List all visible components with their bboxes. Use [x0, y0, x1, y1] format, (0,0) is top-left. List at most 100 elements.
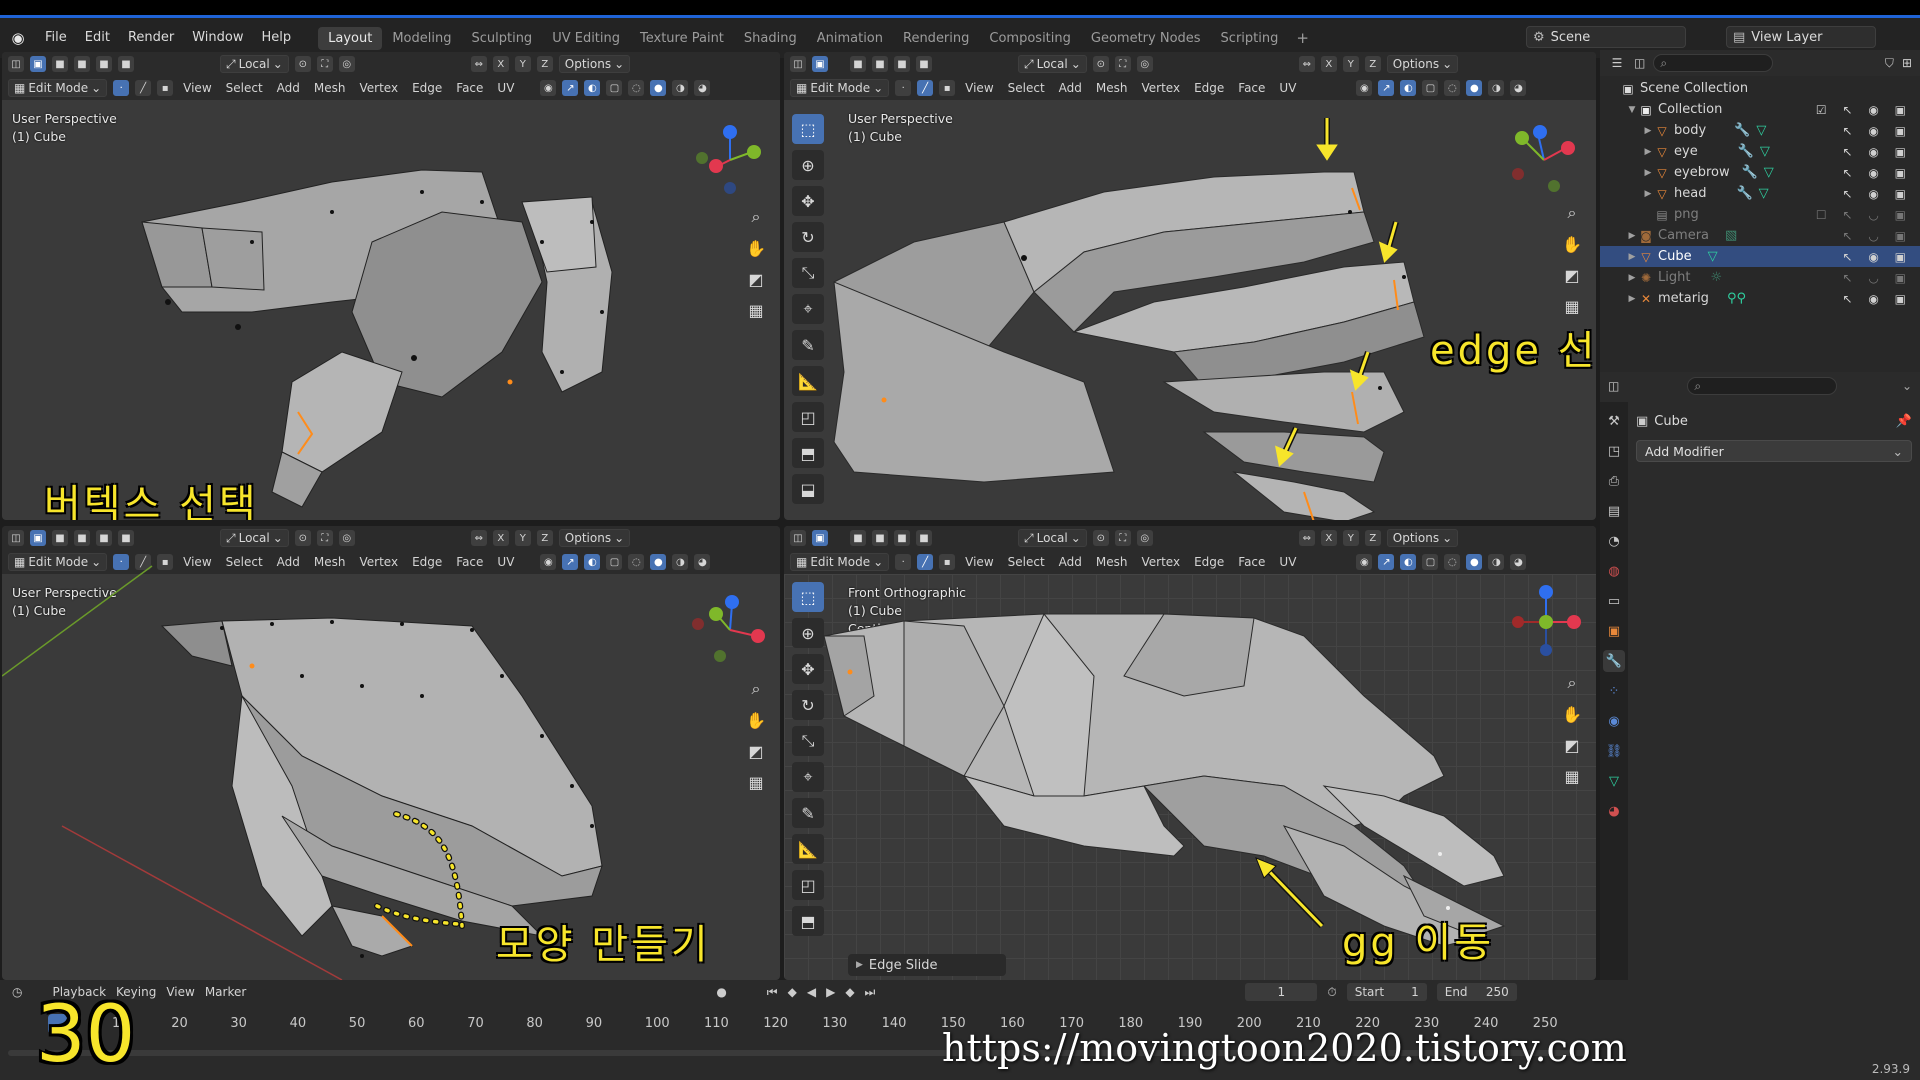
pan-hand-icon[interactable]: ✋ — [744, 237, 768, 259]
visibility-toggles[interactable]: ↖ ◉ ▣ — [1843, 292, 1913, 306]
visibility-toggles[interactable]: ↖ ◡ ▣ — [1843, 271, 1913, 285]
chevron-down-icon[interactable]: ⌄ — [1902, 379, 1912, 393]
start-frame-field[interactable]: Start 1 — [1346, 983, 1427, 1001]
workspace-tab-compositing[interactable]: Compositing — [979, 27, 1081, 50]
visibility-toggles[interactable]: ☐ ↖ ◡ ▣ — [1816, 208, 1912, 222]
zoom-icon[interactable]: ⌕ — [744, 678, 768, 700]
visibility-toggles[interactable]: ↖ ◉ ▣ — [1843, 145, 1913, 159]
camera-icon[interactable]: ◩ — [744, 268, 768, 290]
workspace-tab-uv-editing[interactable]: UV Editing — [542, 27, 630, 50]
output-tab-icon[interactable]: ⎙ — [1603, 470, 1625, 492]
scene-tab-icon[interactable]: ◔ — [1603, 530, 1625, 552]
expand-arrow-icon[interactable]: ▶ — [1626, 273, 1638, 283]
render-tab-icon[interactable]: ◳ — [1603, 440, 1625, 462]
timeline-menu-view[interactable]: View — [166, 985, 194, 999]
preview-range-icon[interactable]: ⏱ — [1327, 985, 1336, 1000]
zoom-icon[interactable]: ⌕ — [1560, 202, 1584, 224]
collection-tab-icon[interactable]: ▭ — [1603, 590, 1625, 612]
workspace-tab-layout[interactable]: Layout — [318, 26, 383, 50]
expand-arrow-icon[interactable]: ▶ — [1626, 231, 1638, 241]
workspace-tab-animation[interactable]: Animation — [807, 27, 893, 50]
outliner-row-scene-collection[interactable]: ▣ Scene Collection — [1600, 78, 1920, 99]
jump-end-icon[interactable]: ⏭ — [865, 985, 876, 1000]
outliner-row-cube[interactable]: ▶ ▽ Cube ▽ ↖ ◉ ▣ — [1600, 246, 1920, 267]
navigation-gizmo[interactable] — [1504, 120, 1584, 200]
visibility-toggles[interactable]: ↖ ◉ ▣ — [1843, 250, 1913, 264]
prev-keyframe-icon[interactable]: ◆ — [788, 985, 797, 999]
expand-arrow-icon[interactable]: ▶ — [1642, 189, 1654, 199]
end-frame-field[interactable]: End 250 — [1436, 983, 1517, 1001]
zoom-icon[interactable]: ⌕ — [1560, 672, 1584, 694]
display-mode-icon[interactable]: ◫ — [1634, 56, 1645, 70]
data-tab-icon[interactable]: ▽ — [1603, 770, 1625, 792]
modifier-tab-icon[interactable]: 🔧 — [1603, 650, 1625, 672]
view-layer-tab-icon[interactable]: ▤ — [1603, 500, 1625, 522]
add-modifier-dropdown[interactable]: Add Modifier ⌄ — [1636, 440, 1912, 462]
expand-arrow-icon[interactable]: ▼ — [1626, 105, 1638, 115]
blender-logo-icon[interactable]: ◉ — [8, 28, 28, 48]
zoom-icon[interactable]: ⌕ — [744, 206, 768, 228]
camera-icon[interactable]: ◩ — [744, 740, 768, 762]
hand-mesh-tl[interactable] — [2, 52, 780, 520]
outliner-row-head[interactable]: ▶ ▽ head 🔧 ▽ ↖ ◉ ▣ — [1600, 183, 1920, 204]
expand-arrow-icon[interactable]: ▶ — [1642, 147, 1654, 157]
navigation-gizmo[interactable] — [690, 590, 770, 670]
material-tab-icon[interactable]: ◕ — [1603, 800, 1625, 822]
record-icon[interactable]: ● — [716, 985, 726, 999]
camera-icon[interactable]: ◩ — [1560, 734, 1584, 756]
next-keyframe-icon[interactable]: ◆ — [845, 985, 854, 999]
outliner-row-eye[interactable]: ▶ ▽ eye 🔧 ▽ ↖ ◉ ▣ — [1600, 141, 1920, 162]
view-layer-selector[interactable]: ▤ View Layer — [1726, 26, 1876, 48]
last-operator-panel[interactable]: ▶ Edge Slide — [848, 954, 1006, 976]
visibility-toggles[interactable]: ☑ ↖ ◉ ▣ — [1816, 103, 1912, 117]
ortho-grid-icon[interactable]: ▦ — [1560, 295, 1584, 317]
play-reverse-icon[interactable]: ◀ — [807, 985, 816, 999]
timeline-menu-marker[interactable]: Marker — [205, 985, 246, 999]
outliner-row-collection[interactable]: ▼ ▣ Collection ☑ ↖ ◉ ▣ — [1600, 99, 1920, 120]
workspace-tab-scripting[interactable]: Scripting — [1211, 27, 1289, 50]
visibility-toggles[interactable]: ↖ ◉ ▣ — [1843, 166, 1913, 180]
new-collection-icon[interactable]: ⊞ — [1902, 56, 1912, 70]
workspace-tab-sculpting[interactable]: Sculpting — [461, 27, 542, 50]
object-tab-icon[interactable]: ▣ — [1603, 620, 1625, 642]
tool-tab-icon[interactable]: ⚒ — [1603, 410, 1625, 432]
filter-icon[interactable]: ⛉ — [1885, 56, 1894, 71]
visibility-toggles[interactable]: ↖ ◉ ▣ — [1843, 124, 1913, 138]
hand-mesh-tr[interactable] — [784, 52, 1596, 520]
viewport-top-left[interactable]: ◫ ▣ ■ ■ ■ ■ ⤢ Local ⌄ ⊙ ⛶ ◎ ⇔ X Y Z Option… — [2, 52, 780, 520]
expand-arrow-icon[interactable]: ▶ — [1642, 168, 1654, 178]
expand-arrow-icon[interactable]: ▶ — [1642, 126, 1654, 136]
ortho-grid-icon[interactable]: ▦ — [744, 299, 768, 321]
particles-tab-icon[interactable]: ⁘ — [1603, 680, 1625, 702]
workspace-tab-shading[interactable]: Shading — [734, 27, 807, 50]
navigation-gizmo[interactable] — [1506, 582, 1586, 662]
properties-search-input[interactable]: ⌕ — [1687, 377, 1838, 395]
outliner-row-metarig[interactable]: ▶ ✕ metarig ⚲⚲ ↖ ◉ ▣ — [1600, 288, 1920, 309]
camera-icon[interactable]: ◩ — [1560, 264, 1584, 286]
add-workspace-button[interactable]: + — [1288, 29, 1317, 47]
outliner-row-body[interactable]: ▶ ▽ body 🔧 ▽ ↖ ◉ ▣ — [1600, 120, 1920, 141]
ortho-grid-icon[interactable]: ▦ — [744, 771, 768, 793]
current-frame-field[interactable]: 1 — [1245, 983, 1318, 1001]
workspace-tab-geometry-nodes[interactable]: Geometry Nodes — [1081, 27, 1211, 50]
outliner-row-camera[interactable]: ▶ ◙ Camera ▧ ↖ ◡ ▣ — [1600, 225, 1920, 246]
timeline-editor-icon[interactable]: ◷ — [12, 985, 22, 999]
ortho-grid-icon[interactable]: ▦ — [1560, 765, 1584, 787]
outliner-row-eyebrow[interactable]: ▶ ▽ eyebrow 🔧 ▽ ↖ ◉ ▣ — [1600, 162, 1920, 183]
workspace-tab-modeling[interactable]: Modeling — [382, 27, 461, 50]
outliner-row-light[interactable]: ▶ ✺ Light ☼ ↖ ◡ ▣ — [1600, 267, 1920, 288]
pan-hand-icon[interactable]: ✋ — [744, 709, 768, 731]
outliner-row-png[interactable]: ▤ png ☐ ↖ ◡ ▣ — [1600, 204, 1920, 225]
world-tab-icon[interactable]: ◍ — [1603, 560, 1625, 582]
properties-editor-icon[interactable]: ◫ — [1608, 379, 1619, 393]
workspace-tab-texture-paint[interactable]: Texture Paint — [630, 27, 734, 50]
pan-hand-icon[interactable]: ✋ — [1560, 233, 1584, 255]
play-icon[interactable]: ▶ — [826, 985, 835, 999]
workspace-tab-rendering[interactable]: Rendering — [893, 27, 979, 50]
expand-arrow-icon[interactable]: ▶ — [1626, 252, 1638, 262]
scene-selector[interactable]: ⚙ Scene — [1526, 26, 1686, 48]
visibility-toggles[interactable]: ↖ ◡ ▣ — [1843, 229, 1913, 243]
outliner-search-input[interactable]: ⌕ — [1653, 54, 1774, 72]
viewport-bottom-left[interactable]: ◫ ▣ ■ ■ ■ ■ ⤢ Local ⌄ ⊙ ⛶ ◎ ⇔ X Y Z Option… — [2, 526, 780, 980]
viewport-bottom-right[interactable]: ◫ ▣ ■ ■ ■ ■ ⤢ Local ⌄ ⊙ ⛶ ◎ ⇔ X Y Z Option… — [784, 526, 1596, 980]
